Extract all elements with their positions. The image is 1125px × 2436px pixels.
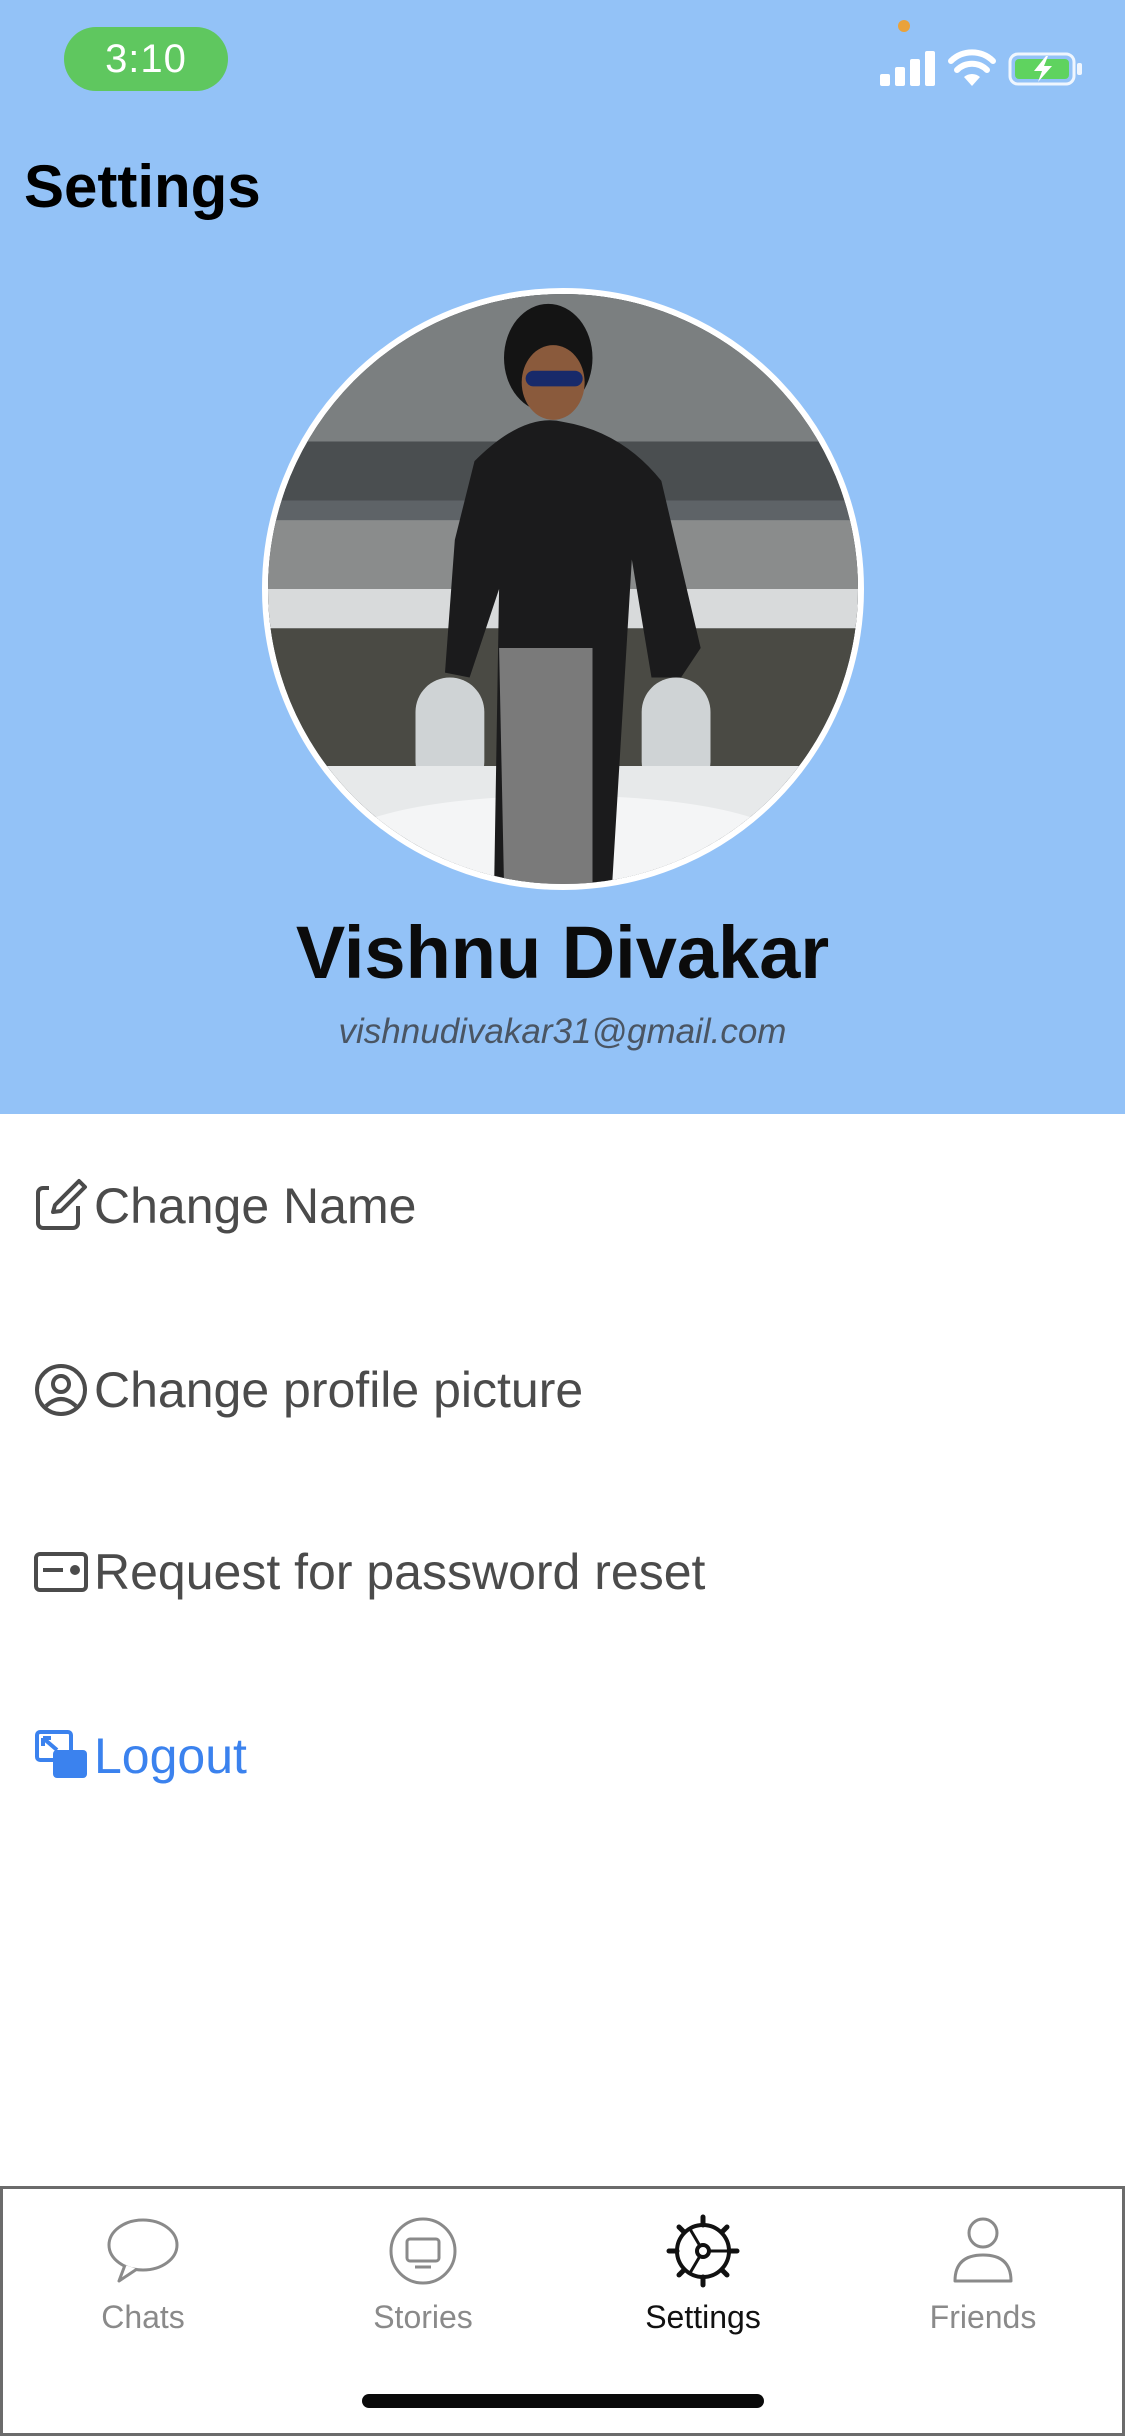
password-reset-button[interactable]: Request for password reset bbox=[32, 1532, 705, 1612]
tab-settings[interactable]: Settings bbox=[603, 2213, 803, 2336]
profile-name: Vishnu Divakar bbox=[295, 911, 830, 994]
settings-screen: 3:10 Settings Vishnu Divakar vishnudivak… bbox=[0, 0, 1125, 2436]
change-profile-picture-label: Change profile picture bbox=[94, 1362, 584, 1418]
logout-label: Logout bbox=[94, 1728, 247, 1784]
status-time: 3:10 bbox=[64, 27, 228, 91]
tab-friends[interactable]: Friends bbox=[883, 2213, 1083, 2336]
home-indicator[interactable] bbox=[362, 2394, 764, 2408]
change-profile-picture-button[interactable]: Change profile picture bbox=[32, 1350, 583, 1430]
person-icon bbox=[953, 2217, 1013, 2283]
user-circle-icon bbox=[32, 1361, 90, 1419]
battery-charging-icon bbox=[1008, 52, 1082, 86]
tab-stories-label: Stories bbox=[373, 2299, 473, 2335]
wifi-icon bbox=[948, 49, 996, 86]
tab-settings-label: Settings bbox=[645, 2299, 761, 2335]
change-name-label: Change Name bbox=[94, 1178, 417, 1234]
profile-avatar[interactable] bbox=[262, 288, 864, 890]
page-title: Settings bbox=[24, 153, 261, 220]
password-reset-label: Request for password reset bbox=[94, 1544, 706, 1600]
tab-chats[interactable]: Chats bbox=[43, 2213, 243, 2336]
privacy-indicator-dot bbox=[898, 20, 910, 32]
profile-header: 3:10 Settings Vishnu Divakar vishnudivak… bbox=[0, 0, 1125, 1114]
gear-icon bbox=[666, 2214, 740, 2288]
tv-icon bbox=[389, 2217, 457, 2285]
tab-stories[interactable]: Stories bbox=[323, 2213, 523, 2336]
tab-friends-label: Friends bbox=[929, 2299, 1037, 2335]
profile-email: vishnudivakar31@gmail.com bbox=[338, 1012, 787, 1051]
id-card-icon bbox=[32, 1543, 90, 1601]
chat-bubble-icon bbox=[107, 2218, 179, 2283]
logout-button[interactable]: Logout bbox=[32, 1716, 247, 1796]
change-name-button[interactable]: Change Name bbox=[32, 1166, 416, 1246]
tab-chats-label: Chats bbox=[101, 2299, 185, 2335]
edit-icon bbox=[32, 1177, 90, 1235]
status-bar: 3:10 bbox=[0, 0, 1125, 120]
cellular-signal-icon bbox=[880, 51, 935, 86]
logout-icon bbox=[32, 1727, 90, 1785]
